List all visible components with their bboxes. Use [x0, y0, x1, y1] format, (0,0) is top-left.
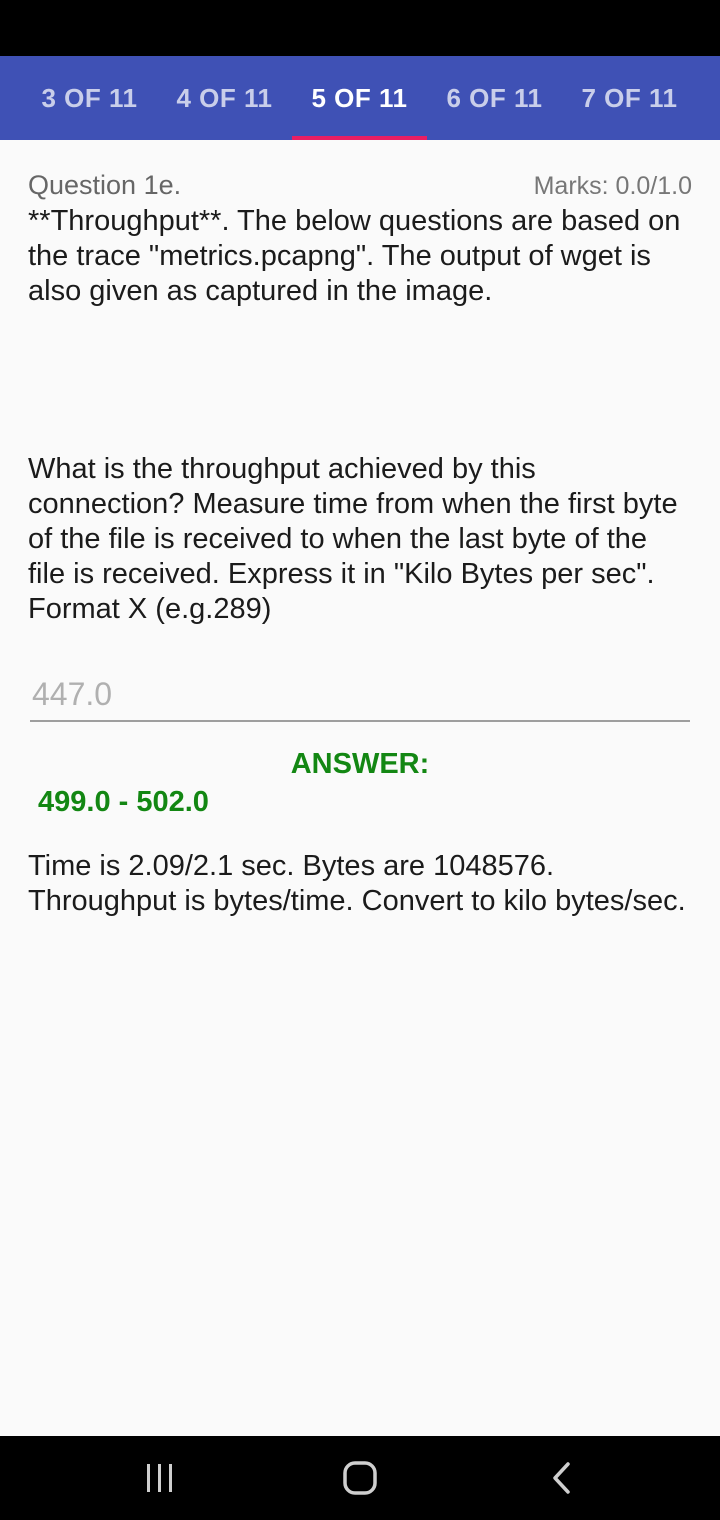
back-button[interactable] — [502, 1436, 622, 1520]
question-tab-bar: 3 OF 11 4 OF 11 5 OF 11 6 OF 11 7 OF 11 — [0, 56, 720, 140]
recent-apps-button[interactable] — [100, 1436, 220, 1520]
question-intro: **Throughput**. The below questions are … — [28, 205, 681, 307]
tab-question-4[interactable]: 4 OF 11 — [157, 56, 292, 140]
tab-question-3[interactable]: 3 OF 11 — [22, 56, 157, 140]
answer-explanation: Time is 2.09/2.1 sec. Bytes are 1048576.… — [28, 850, 686, 917]
tab-question-7[interactable]: 7 OF 11 — [562, 56, 697, 140]
question-text: What is the throughput achieved by this … — [28, 453, 678, 625]
recent-apps-icon — [147, 1464, 172, 1492]
question-content: Question 1e. Marks: 0.0/1.0 **Throughput… — [0, 140, 720, 1436]
marks-label: Marks: 0.0/1.0 — [533, 172, 692, 200]
tab-question-5[interactable]: 5 OF 11 — [292, 56, 427, 140]
home-button[interactable] — [300, 1436, 420, 1520]
system-nav-bar — [0, 1436, 720, 1520]
tab-question-6[interactable]: 6 OF 11 — [427, 56, 562, 140]
status-bar — [0, 0, 720, 56]
answer-heading: ANSWER: — [290, 748, 430, 780]
answer-field[interactable] — [30, 670, 690, 722]
back-icon — [553, 1462, 570, 1494]
home-icon — [343, 1461, 377, 1495]
answer-range: 499.0 - 502.0 — [38, 786, 209, 818]
answer-input[interactable] — [30, 670, 690, 718]
question-header: Question 1e. Marks: 0.0/1.0 — [28, 170, 692, 201]
question-label: Question 1e. — [28, 170, 182, 200]
